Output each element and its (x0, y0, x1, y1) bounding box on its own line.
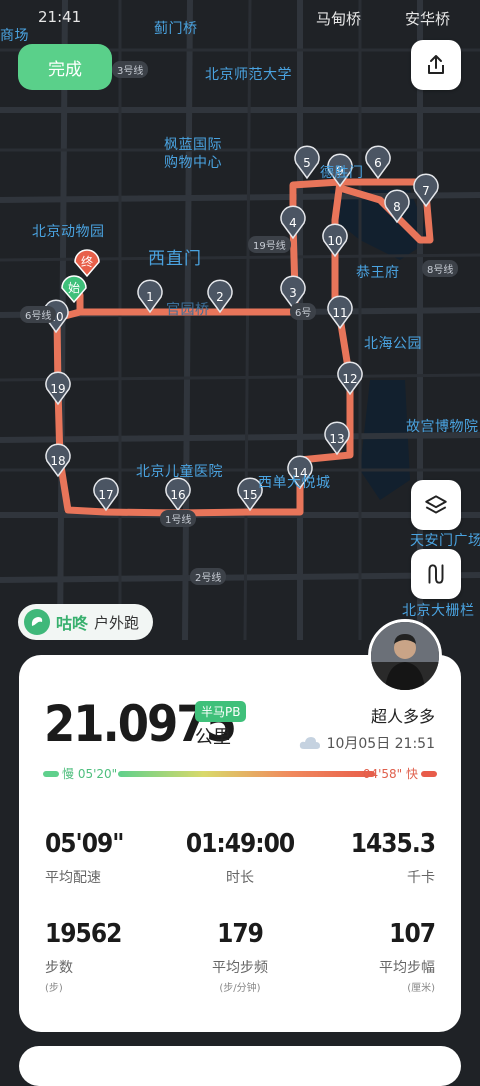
stat-label: 千卡 (407, 870, 435, 886)
stat-label: 平均配速 (45, 870, 101, 886)
stat-value: 01:49:00 (185, 829, 295, 859)
stat-label: 步数 (45, 960, 73, 976)
stat-unit: (步/分钟) (219, 983, 261, 994)
map-label: 北京大栅栏 (402, 603, 475, 619)
road-tag: 3号线 (112, 61, 149, 78)
slow-pace-label: 慢 05'20" (62, 767, 118, 781)
km-marker-label: 13 (329, 432, 344, 446)
road-tag: 8号线 (422, 260, 459, 277)
share-icon (428, 55, 444, 74)
stat-value: 107 (389, 919, 436, 949)
stat-label: 平均步幅 (379, 960, 435, 976)
stat-label: 时长 (226, 870, 254, 886)
route-icon (428, 564, 444, 584)
stat-value: 179 (217, 919, 264, 949)
user-name: 超人多多 (370, 707, 435, 726)
status-text-2: 安华桥 (405, 10, 451, 28)
stat-unit: (步) (45, 983, 63, 994)
road-tag: 2号线 (190, 568, 227, 585)
km-marker-label: 18 (50, 454, 65, 468)
map-label: 北海公园 (364, 336, 422, 352)
map-label: 北京动物园 (32, 224, 105, 240)
stat-avg-pace: 05'09" 平均配速 (45, 829, 185, 887)
brand-chip: 咕咚 户外跑 (18, 604, 154, 640)
km-marker-label: 8 (393, 200, 401, 214)
stat-unit: (厘米) (407, 983, 435, 994)
km-marker-label: 6 (374, 156, 382, 170)
km-marker-label: 15 (242, 488, 257, 502)
stat-cadence: 179 平均步频 (步/分钟) (170, 919, 310, 994)
stat-value: 05'09" (45, 829, 124, 859)
km-marker-label: 10 (327, 234, 342, 248)
sport-type: 户外跑 (94, 613, 140, 632)
map-label: 北京儿童医院 (136, 464, 223, 480)
next-card (19, 1046, 461, 1086)
road-tag: 6号线 (20, 306, 57, 323)
map-label: 官园桥 (166, 302, 210, 318)
map-label: 天安门广场 (410, 533, 480, 549)
km-marker-label: 5 (303, 156, 311, 170)
km-marker-label: 3 (289, 286, 297, 300)
map-label: 北京师范大学 (205, 67, 292, 83)
codoon-logo-icon (24, 609, 50, 635)
route-toggle-button[interactable] (411, 549, 461, 599)
status-text: 马甸桥 (316, 10, 362, 28)
start-pin-label: 始 (68, 281, 80, 295)
stat-calories: 1435.3 千卡 (295, 829, 436, 887)
done-button[interactable]: 完成 (18, 44, 112, 90)
map-label: 西直门 (148, 249, 202, 269)
summary-card: 21.0975 半马PB 公里 超人多多 10月05日 21:51 慢 05'2… (19, 655, 461, 1032)
pace-gradient (118, 771, 375, 777)
stat-value: 19562 (45, 919, 122, 949)
date-text: 10月05日 21:51 (326, 736, 435, 752)
km-marker-label: 17 (98, 488, 113, 502)
run-date: 10月05日 21:51 (299, 733, 435, 753)
map-label: 商场 (0, 28, 29, 44)
km-marker-label: 2 (216, 290, 224, 304)
fast-pace-label: 04'58" 快 (362, 767, 418, 781)
stat-value: 1435.3 (350, 829, 436, 859)
distance-unit: 公里 (195, 727, 231, 748)
pb-badge: 半马PB (195, 701, 247, 722)
road-tag: 1号线 (160, 510, 197, 527)
layers-icon (425, 495, 447, 514)
km-marker-label: 1 (146, 290, 154, 304)
km-marker-label: 4 (289, 216, 297, 230)
map-label: 西单大悦城 (258, 475, 331, 491)
layers-button[interactable] (411, 480, 461, 530)
km-marker-label: 7 (422, 184, 430, 198)
map-label: 恭王府 (356, 265, 400, 281)
brand-name: 咕咚 (56, 614, 89, 633)
km-marker-label: 11 (332, 306, 347, 320)
pace-bar: 慢 05'20" 04'58" 快 (43, 767, 437, 781)
share-button[interactable] (411, 40, 461, 90)
cloud-icon (299, 737, 320, 749)
status-time: 21:41 (38, 8, 82, 26)
km-marker-label: 16 (170, 488, 185, 502)
stat-label: 平均步频 (212, 960, 268, 976)
end-pin-label: 终 (81, 254, 93, 269)
avatar[interactable] (368, 619, 442, 693)
map-label: 枫蓝国际 (164, 137, 222, 153)
km-marker-label: 19 (50, 382, 65, 396)
map-label: 德胜门 (320, 165, 364, 181)
stat-steps: 19562 步数 (步) (45, 919, 185, 994)
road-tag: 6号 (290, 303, 317, 320)
stat-duration: 01:49:00 时长 (170, 829, 310, 887)
stat-stride: 107 平均步幅 (厘米) (295, 919, 436, 994)
map-label: 故宫博物院 (406, 419, 479, 435)
road-tag: 19号线 (248, 236, 291, 253)
map-label: 购物中心 (164, 155, 222, 171)
map-label: 蓟门桥 (154, 21, 198, 37)
km-marker-label: 12 (342, 372, 357, 386)
